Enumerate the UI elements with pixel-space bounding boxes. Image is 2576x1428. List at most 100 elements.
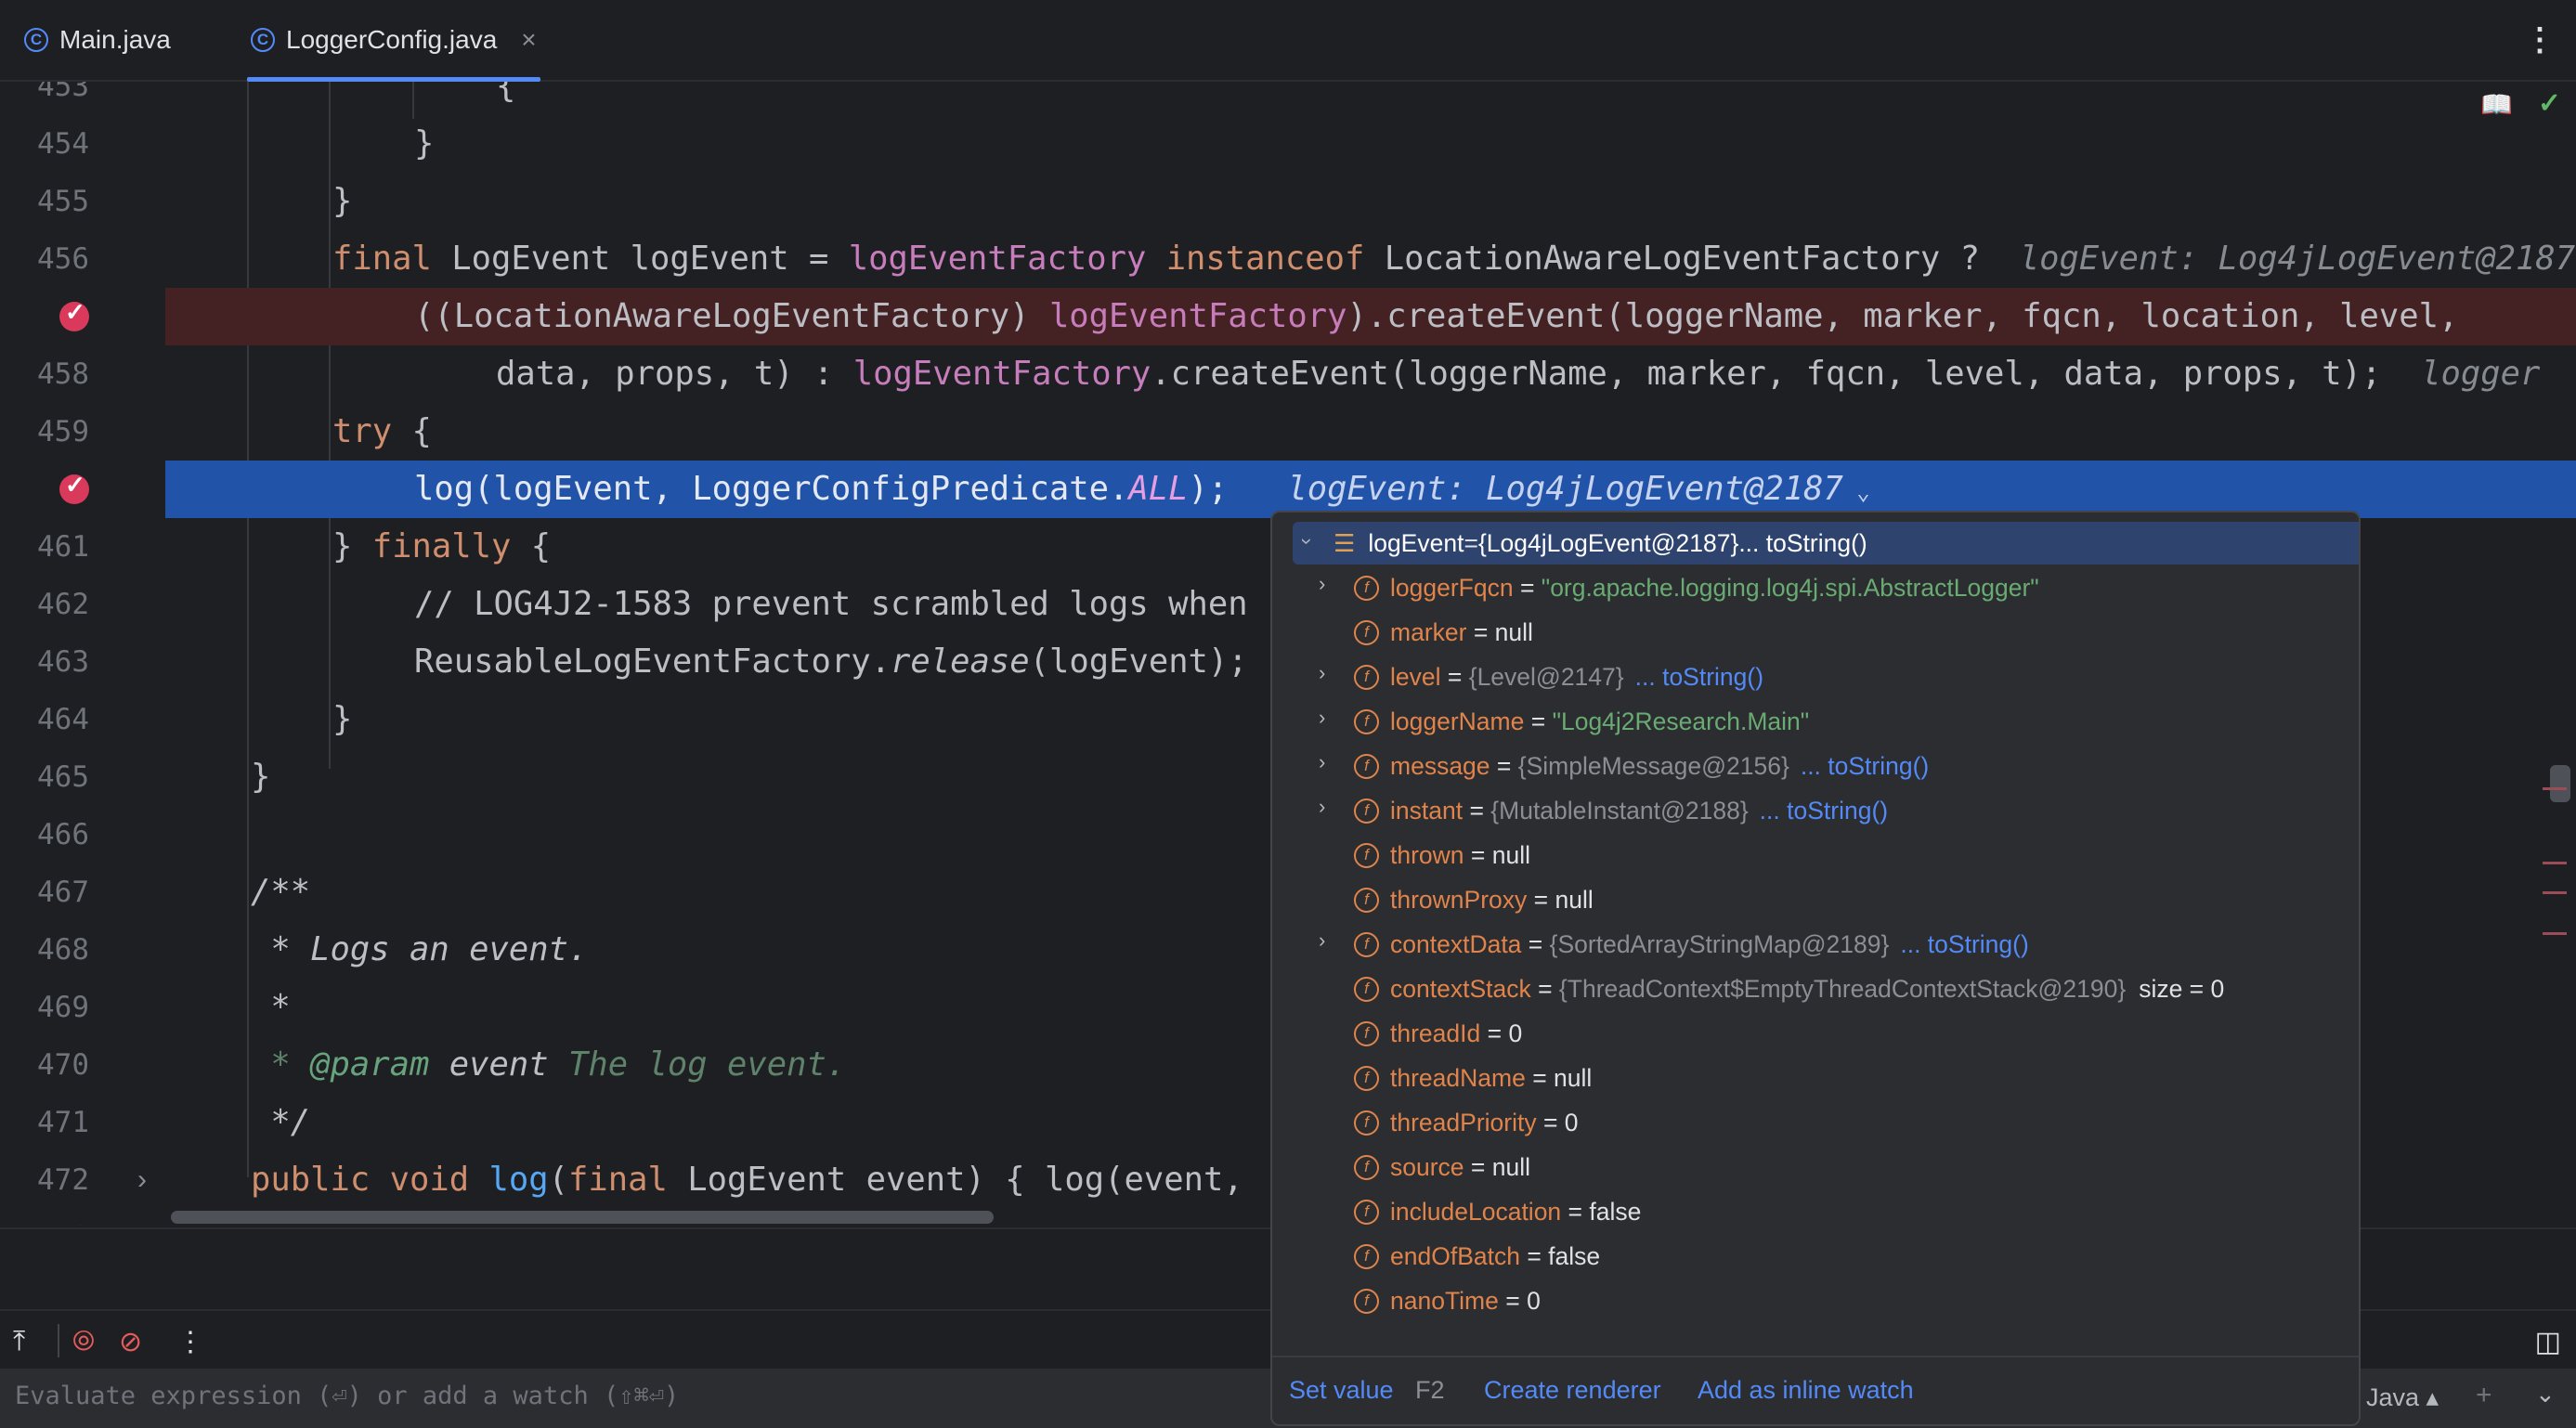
field-icon: f <box>1354 887 1379 913</box>
chevron-right-icon[interactable]: › <box>1319 706 1325 730</box>
add-inline-watch-link[interactable]: Add as inline watch <box>1698 1376 1914 1405</box>
more-icon[interactable]: ⋮ <box>176 1326 204 1358</box>
tree-node-field[interactable]: f threadName = null <box>1295 1057 2359 1099</box>
to-string-link[interactable]: ... toString() <box>1801 752 1929 781</box>
breakpoint-icon[interactable]: ✓ <box>59 298 89 331</box>
vertical-scrollbar[interactable] <box>2550 765 2570 802</box>
equals: = <box>1519 1241 1549 1270</box>
field-icon: f <box>1354 664 1379 690</box>
tree-node-field[interactable]: › f instant = {MutableInstant@2188} ... toS… <box>1295 789 2359 832</box>
language-selector[interactable]: Java ▴ <box>2366 1383 2439 1412</box>
set-value-link[interactable]: Set value <box>1289 1376 1394 1405</box>
tree-node-field[interactable]: › f message = {SimpleMessage@2156} ... toSt… <box>1295 745 2359 787</box>
tree-node-field[interactable]: f threadPriority = 0 <box>1295 1101 2359 1144</box>
line-number: 455 <box>37 185 89 218</box>
field-name: thrownProxy <box>1390 885 1528 914</box>
tree-node-field[interactable]: › f contextData = {SortedArrayStringMap@21… <box>1295 923 2359 966</box>
chevron-down-icon[interactable]: ⌄ <box>2535 1380 2556 1409</box>
class-icon: C <box>24 28 48 52</box>
code-token: ( <box>548 1161 568 1199</box>
view-breakpoints-icon[interactable]: ⦾ <box>72 1326 95 1357</box>
error-stripe-mark[interactable] <box>2543 787 2567 790</box>
tab-main-java[interactable]: C Main.java <box>24 0 171 80</box>
code-text: } <box>332 182 353 220</box>
doc-comment: * <box>251 1045 311 1084</box>
chevron-right-icon[interactable]: › <box>1319 928 1325 953</box>
tree-node-field[interactable]: f nanoTime = 0 <box>1295 1279 2359 1322</box>
variable-name: logEvent <box>1368 528 1464 557</box>
code-token: LogEvent event) { log(event, <box>667 1161 1243 1199</box>
toolbar-divider <box>58 1324 59 1357</box>
line-number: 462 <box>37 588 89 621</box>
add-watch-icon[interactable]: + <box>2476 1380 2492 1411</box>
field-value: null <box>1554 1063 1593 1092</box>
inline-debug-value[interactable]: logEvent: Log4jLogEvent@2187 <box>1980 240 2575 278</box>
chevron-right-icon[interactable]: › <box>1319 750 1325 774</box>
inline-debug-value[interactable]: logger <box>2381 355 2540 393</box>
mute-breakpoints-icon[interactable]: ⊘ <box>119 1326 142 1358</box>
tree-node-field[interactable]: f thrownProxy = null <box>1295 878 2359 921</box>
debug-value-popup[interactable]: › ☰ logEvent = {Log4jLogEvent@2187} ... … <box>1270 511 2361 1426</box>
tree-node-field[interactable]: f endOfBatch = false <box>1295 1235 2359 1278</box>
collection-size: size = 0 <box>2139 974 2225 1003</box>
chevron-right-icon[interactable]: › <box>1319 661 1325 685</box>
keyword: final <box>332 240 432 278</box>
breakpoint-icon[interactable]: ✓ <box>59 471 89 504</box>
code-token: { <box>392 412 432 450</box>
equals: = <box>1530 974 1559 1003</box>
chevron-down-icon[interactable]: ⌄ <box>1843 479 1869 505</box>
tree-node-field[interactable]: f thrown = null <box>1295 834 2359 876</box>
tree-node-field[interactable]: › f loggerFqcn = "org.apache.logging.log4j… <box>1295 566 2359 609</box>
tree-node-field[interactable]: f contextStack = {ThreadContext$EmptyThre… <box>1295 967 2359 1010</box>
field-value: null <box>1491 1152 1531 1181</box>
tree-node-field[interactable]: f marker = null <box>1295 611 2359 654</box>
to-string-link[interactable]: ... toString() <box>1900 930 2028 959</box>
to-string-link[interactable]: ... toString() <box>1738 529 1867 558</box>
create-renderer-link[interactable]: Create renderer <box>1484 1376 1661 1405</box>
layout-icon[interactable]: ◫ <box>2535 1326 2561 1358</box>
current-execution-line: 460 ✓ log(logEvent, LoggerConfigPredicat… <box>0 461 2576 518</box>
tree-node-field[interactable]: › f loggerName = "Log4j2Research.Main" <box>1295 700 2359 743</box>
chevron-down-icon[interactable]: › <box>1295 538 1320 544</box>
code-token: release <box>890 643 1030 681</box>
horizontal-scrollbar[interactable] <box>171 1211 994 1224</box>
code-token: (logEvent); <box>1029 643 1248 681</box>
tree-node-field[interactable]: f includeLocation = false <box>1295 1190 2359 1233</box>
field-name: marker <box>1390 617 1467 646</box>
line-number: 463 <box>37 645 89 679</box>
expand-fold-icon[interactable]: › <box>137 1164 147 1196</box>
inline-debug-value[interactable]: logEvent: Log4jLogEvent@2187 <box>1228 470 1842 508</box>
field-name: loggerFqcn <box>1390 573 1514 602</box>
error-stripe-mark[interactable] <box>2543 932 2567 935</box>
popup-footer: Set value F2 Create renderer Add as inli… <box>1272 1356 2359 1424</box>
equals: = <box>1521 929 1550 958</box>
tab-loggerconfig-java[interactable]: C LoggerConfig.java × <box>247 0 540 82</box>
more-options-icon[interactable]: ⋮ <box>2524 24 2556 56</box>
code-text: final LogEvent logEvent = logEventFactor… <box>332 230 2575 288</box>
tree-node-field[interactable]: f threadId = 0 <box>1295 1012 2359 1055</box>
error-stripe-mark[interactable] <box>2543 891 2567 894</box>
inspection-ok-icon[interactable]: ✓ <box>2538 87 2561 120</box>
equals: = <box>1466 617 1495 646</box>
chevron-right-icon[interactable]: › <box>1319 795 1325 819</box>
tree-node-field[interactable]: f source = null <box>1295 1146 2359 1188</box>
to-string-link[interactable]: ... toString() <box>1760 797 1888 825</box>
tree-node-field[interactable]: › f level = {Level@2147} ... toString() <box>1295 656 2359 698</box>
field-value: "org.apache.logging.log4j.spi.AbstractLo… <box>1541 573 2039 602</box>
class-icon: C <box>251 28 275 52</box>
field-value: {SortedArrayStringMap@2189} <box>1549 929 1890 958</box>
field-icon: f <box>1354 976 1379 1002</box>
tree-node-root[interactable]: › ☰ logEvent = {Log4jLogEvent@2187} ... … <box>1293 522 2359 565</box>
to-string-link[interactable]: ... toString() <box>1635 663 1763 692</box>
code-text: } <box>332 700 353 738</box>
line-number: 456 <box>37 242 89 276</box>
export-icon[interactable]: ⤒ <box>13 1326 25 1357</box>
chevron-right-icon[interactable]: › <box>1319 572 1325 596</box>
code-text: } <box>251 758 271 796</box>
error-stripe-mark[interactable] <box>2543 862 2567 864</box>
reader-mode-icon[interactable]: 📖 <box>2480 89 2513 120</box>
field-icon: f <box>1354 931 1379 957</box>
close-tab-icon[interactable]: × <box>521 25 536 55</box>
field-icon: f <box>1354 1065 1379 1091</box>
